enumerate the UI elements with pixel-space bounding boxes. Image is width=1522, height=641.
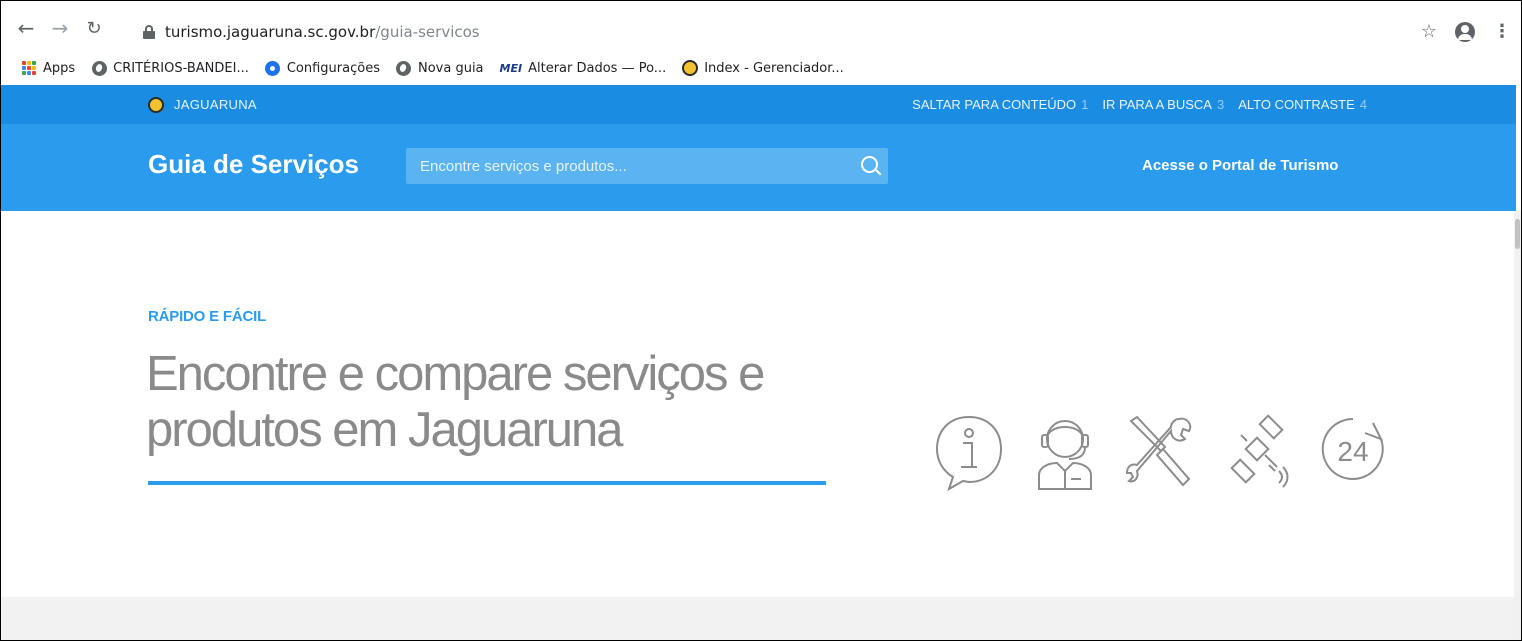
bookmark-label: Index - Gerenciador... [704,60,844,76]
brand-label: JAGUARUNA [174,97,257,112]
site-title[interactable]: Guia de Serviços [148,149,359,180]
clock-24-icon: 24 [1321,417,1384,480]
satellite-icon [1230,414,1289,488]
search-input[interactable] [406,148,852,184]
bookmark-apps[interactable]: Apps [21,60,75,76]
search-icon[interactable] [852,148,888,184]
bookmark-label: Apps [43,60,76,76]
search-bar [406,148,888,184]
reload-icon[interactable]: ↻ [81,15,107,41]
page-scrollbar[interactable] [1514,211,1521,640]
browser-window: ← → ↻ turismo.jaguaruna.sc.gov.br/guia-s… [0,0,1522,641]
menu-icon[interactable]: ⋮ [1493,21,1511,42]
scrollbar-thumb[interactable] [1515,219,1520,249]
hero-icons: 24 [931,409,1391,491]
bookmark-label: Nova guia [417,60,484,76]
tools-icon [1125,415,1192,487]
site-topbar: JAGUARUNA SALTAR PARA CONTEÚDO 1 IR PARA … [1,85,1516,124]
bookmark-nova-guia[interactable]: Nova guia [396,60,484,76]
gear-icon [265,60,281,76]
support-agent-icon [1038,420,1092,490]
forward-icon[interactable]: → [47,15,73,41]
bookmark-alterar-dados[interactable]: MEI Alterar Dados — Po... [500,60,667,76]
info-bubble-icon [935,415,1003,491]
bookmark-label: Configurações [286,60,380,76]
mei-icon: MEI [499,61,523,75]
address-bar[interactable]: turismo.jaguaruna.sc.gov.br/guia-servico… [129,13,1509,51]
accessibility-links: SALTAR PARA CONTEÚDO 1 IR PARA A BUSCA 3 A… [912,85,1367,124]
back-icon[interactable]: ← [13,15,39,41]
star-icon[interactable]: ☆ [1421,21,1437,42]
skip-to-content-link[interactable]: SALTAR PARA CONTEÚDO 1 [912,97,1088,112]
brand-link[interactable]: JAGUARUNA [148,85,257,124]
bookmark-label: Alterar Dados — Po... [528,60,667,76]
profile-icon[interactable] [1455,21,1475,42]
portal-turismo-link[interactable]: Acesse o Portal de Turismo [1142,157,1338,174]
clock-24-label: 24 [1337,436,1368,467]
browser-toolbar: ← → ↻ turismo.jaguaruna.sc.gov.br/guia-s… [1,1,1521,51]
bookmark-criterios[interactable]: CRITÉRIOS-BANDEI... [91,60,249,76]
bookmark-index[interactable]: Index - Gerenciador... [682,60,844,76]
apps-grid-icon [21,60,37,76]
bookmark-configuracoes[interactable]: Configurações [265,60,380,76]
globe-icon [396,60,412,76]
seal-icon [682,60,699,76]
hero-title: Encontre e compare serviços e produtos e… [146,347,765,457]
site-header: Guia de Serviços Acesse o Portal de Turi… [1,124,1516,211]
hero-divider [148,481,826,485]
url-text[interactable]: turismo.jaguaruna.sc.gov.br/guia-servico… [165,23,480,41]
globe-icon [91,60,107,76]
lock-icon [143,25,155,39]
go-to-search-link[interactable]: IR PARA A BUSCA 3 [1102,97,1224,112]
city-seal-icon [148,96,164,113]
content-section-band [1,597,1516,640]
bookmark-label: CRITÉRIOS-BANDEI... [113,60,249,76]
hero-eyebrow: RÁPIDO E FÁCIL [148,308,267,325]
bookmarks-bar: Apps CRITÉRIOS-BANDEI... Configurações N… [1,51,1521,85]
high-contrast-link[interactable]: ALTO CONTRASTE 4 [1238,97,1367,112]
